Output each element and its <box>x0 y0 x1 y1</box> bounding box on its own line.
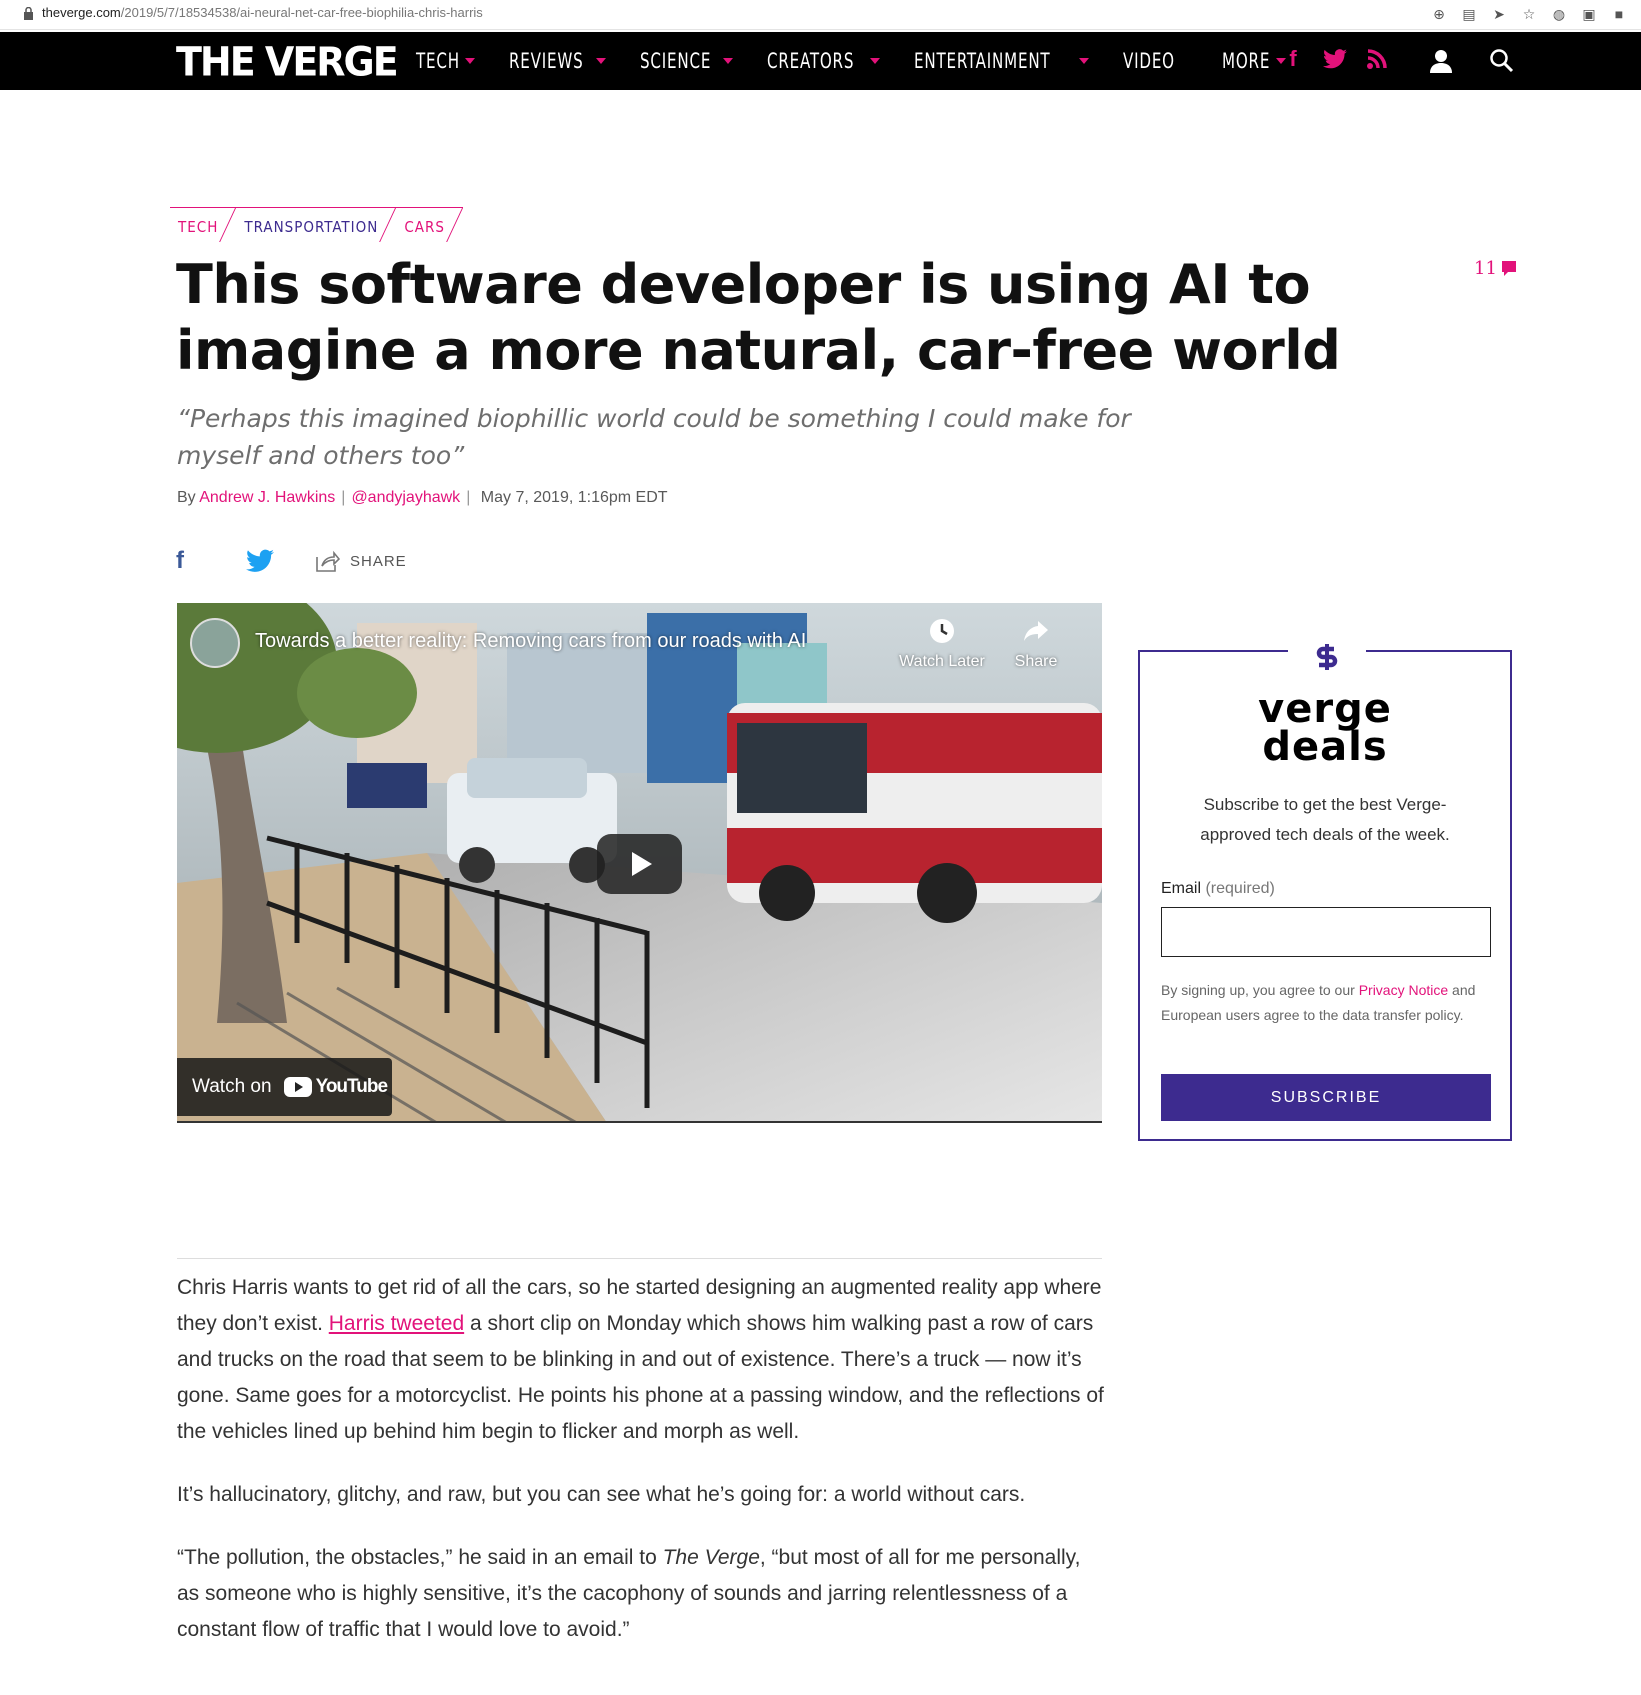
chevron-down-icon <box>723 58 734 64</box>
lock-icon <box>24 7 33 20</box>
twitter-icon[interactable] <box>1322 46 1348 72</box>
share-icon <box>1024 621 1048 641</box>
nav-item-reviews[interactable]: REVIEWS <box>508 49 607 73</box>
browser-address-bar: theverge.com/2019/5/7/18534538/ai-neural… <box>0 0 1641 30</box>
deals-pitch: Subscribe to get the best Verge-approved… <box>1200 795 1450 844</box>
nav-item-video[interactable]: VIDEO <box>1123 49 1188 73</box>
verge-deals-signup: verge deals Subscribe to get the best Ve… <box>1138 644 1512 1141</box>
comment-count: 11 <box>1474 258 1497 279</box>
chevron-down-icon <box>870 58 881 64</box>
share-bar: f SHARE <box>176 547 407 575</box>
article-title: This software developer is using AI to i… <box>176 253 1341 382</box>
paragraph: “The pollution, the obstacles,” he said … <box>177 1546 1081 1641</box>
twitter-share-icon[interactable] <box>246 549 274 573</box>
article-dek: “Perhaps this imagined biophillic world … <box>177 404 1131 470</box>
extension-markdown-icon[interactable]: ■ <box>1609 4 1629 24</box>
video-divider <box>177 1121 1102 1123</box>
youtube-logo: YouTube <box>283 1076 388 1098</box>
share-button[interactable]: SHARE <box>314 549 407 573</box>
email-label: Email (required) <box>1161 880 1275 897</box>
chevron-down-icon <box>596 58 607 64</box>
article-body: Chris Harris wants to get rid of all the… <box>177 1270 1107 1675</box>
nav-item-label: TECH <box>416 49 460 73</box>
extension-save-icon[interactable]: ▣ <box>1579 4 1599 24</box>
nav-item-label: SCIENCE <box>640 49 712 73</box>
publish-date: May 7, 2019, 1:16pm EDT <box>480 489 668 506</box>
site-nav: THE VERGE TECH REVIEWS SCIENCE CREATORS ENTE… <box>0 32 1641 90</box>
social-links: f <box>1280 46 1390 72</box>
url-field[interactable]: theverge.com/2019/5/7/18534538/ai-neural… <box>42 5 483 20</box>
nav-item-more[interactable]: MORE <box>1222 49 1286 73</box>
play-button[interactable] <box>597 834 682 894</box>
rss-icon[interactable] <box>1364 46 1390 72</box>
nav-item-creators[interactable]: CREATORS <box>767 49 881 73</box>
paragraph: Chris Harris wants to get rid of all the… <box>177 1276 1104 1443</box>
facebook-icon[interactable]: f <box>1280 46 1306 72</box>
reader-view-icon[interactable]: ▤ <box>1459 4 1479 24</box>
bookmark-star-icon[interactable]: ☆ <box>1519 4 1539 24</box>
email-field[interactable] <box>1161 907 1491 957</box>
subscribe-button[interactable]: SUBSCRIBE <box>1161 1074 1491 1121</box>
paragraph: It’s hallucinatory, glitchy, and raw, bu… <box>177 1483 1026 1506</box>
share-arrow-icon <box>316 550 340 572</box>
send-icon[interactable]: ➤ <box>1489 4 1509 24</box>
tag-transportation[interactable]: TRANSPORTATION <box>236 207 397 239</box>
nav-item-label: CREATORS <box>767 49 855 73</box>
body-divider <box>177 1258 1102 1259</box>
chevron-down-icon <box>1078 58 1089 64</box>
clock-icon <box>930 619 954 643</box>
youtube-embed[interactable]: Towards a better reality: Removing cars … <box>177 603 1102 1123</box>
author-link[interactable]: Andrew J. Hawkins <box>199 489 335 506</box>
watch-later-button[interactable]: Watch Later <box>897 617 987 671</box>
nav-item-label: VIDEO <box>1122 49 1175 73</box>
harris-tweeted-link[interactable]: Harris tweeted <box>329 1312 464 1335</box>
nav-item-science[interactable]: SCIENCE <box>640 49 734 73</box>
dollar-icon <box>1316 644 1338 670</box>
watch-on-youtube-button[interactable]: Watch on YouTube <box>177 1058 392 1116</box>
search-icon[interactable] <box>1489 48 1515 74</box>
nav-menu: TECH REVIEWS SCIENCE CREATORS ENTERTAINMENT V… <box>416 32 1320 90</box>
tag-tech[interactable]: TECH <box>170 207 237 239</box>
privacy-notice-link[interactable]: Privacy Notice <box>1359 982 1448 998</box>
nav-item-tech[interactable]: TECH <box>416 49 475 73</box>
article-tags: TECH TRANSPORTATION CARS <box>170 207 463 239</box>
channel-avatar[interactable] <box>190 618 240 668</box>
verge-deals-logo: verge deals <box>1258 686 1392 770</box>
youtube-play-icon <box>283 1077 312 1097</box>
extension-globe-icon[interactable]: ◍ <box>1549 4 1569 24</box>
user-icon[interactable] <box>1428 48 1454 74</box>
nav-item-entertainment[interactable]: ENTERTAINMENT <box>914 49 1089 73</box>
byline: By Andrew J. Hawkins | @andyjayhawk | May 7… <box>177 489 668 506</box>
zoom-icon[interactable]: ⊕ <box>1429 4 1449 24</box>
nav-item-label: REVIEWS <box>508 49 584 73</box>
verge-logo[interactable]: THE VERGE <box>176 39 399 85</box>
nav-item-label: MORE <box>1221 49 1270 73</box>
nav-item-label: ENTERTAINMENT <box>914 49 1051 73</box>
author-twitter-link[interactable]: @andyjayhawk <box>351 489 460 506</box>
video-share-button[interactable]: Share <box>991 617 1081 671</box>
legal-notice: By signing up, you agree to our Privacy … <box>1161 982 1476 1023</box>
video-title[interactable]: Towards a better reality: Removing cars … <box>255 630 806 653</box>
chevron-down-icon <box>464 58 475 64</box>
tag-cars[interactable]: CARS <box>396 207 463 239</box>
facebook-share-icon[interactable]: f <box>176 547 198 575</box>
comment-bubble-icon <box>1501 260 1516 276</box>
comment-count-link[interactable]: 11 <box>1474 258 1516 279</box>
